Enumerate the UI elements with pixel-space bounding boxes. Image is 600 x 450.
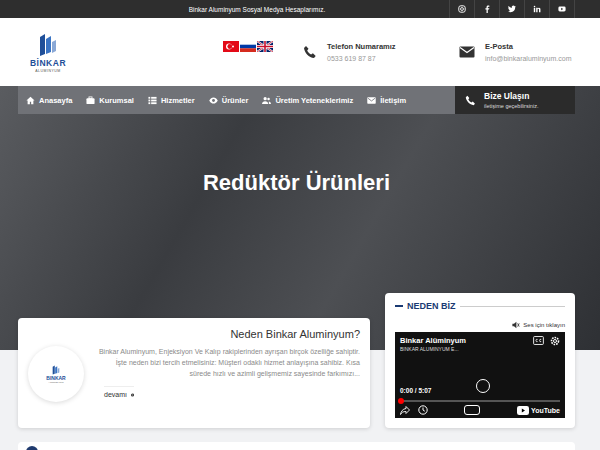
video-channel: BINKAR ALUMINYUM E... xyxy=(400,346,527,352)
phone-icon xyxy=(303,45,317,59)
about-logo-subtitle: ALUMINYUM xyxy=(48,381,63,384)
eye-icon xyxy=(209,96,218,105)
social-link[interactable] xyxy=(474,0,499,18)
social-links xyxy=(449,0,575,18)
youtube-icon xyxy=(558,5,566,13)
contact-button[interactable]: Bize Ulaşın iletişime geçebilirsiniz. xyxy=(455,86,575,114)
twitter-icon xyxy=(508,5,516,13)
about-logo: BINKAR ALUMINYUM xyxy=(28,346,84,402)
nav-item[interactable]: Hizmetler xyxy=(148,96,195,105)
facebook-icon xyxy=(483,5,491,13)
nav-item-label: Üretim Yeteneklerimiz xyxy=(275,96,353,105)
nav-item[interactable]: Anasayfa xyxy=(26,96,72,105)
uk-flag-icon[interactable] xyxy=(257,41,273,52)
nav-item[interactable]: İletişim xyxy=(367,96,406,105)
youtube-icon xyxy=(517,406,529,415)
about-title: Neden Binkar Aluminyum? xyxy=(94,328,360,340)
video-progress[interactable] xyxy=(400,400,560,402)
hero-title: Redüktör Ürünleri xyxy=(18,170,575,196)
language-flags xyxy=(223,41,273,52)
nav-item-label: Hizmetler xyxy=(161,96,195,105)
navigation-bar: Anasayfa Kurumsal Hizmetler Ürünler Üret… xyxy=(18,86,575,114)
video-player[interactable]: Binkar Alüminyum BINKAR ALUMINYUM E... 0… xyxy=(395,332,565,418)
youtube-logo[interactable]: YouTube xyxy=(517,406,560,415)
speaker-icon xyxy=(512,321,520,329)
header: BİNKAR ALUMINYUM Telefon Numaramız 0533 … xyxy=(0,18,600,86)
logo-name: BİNKAR xyxy=(30,59,66,68)
logo[interactable]: BİNKAR ALUMINYUM xyxy=(28,33,68,72)
phone-contact[interactable]: Telefon Numaramız 0533 619 87 87 xyxy=(297,42,453,62)
briefcase-icon xyxy=(86,96,95,105)
video-title: Binkar Alüminyum xyxy=(400,336,527,345)
contact-button-subtitle: iletişime geçebilirsiniz. xyxy=(484,103,538,109)
youtube-label: YouTube xyxy=(531,407,560,414)
nav-item[interactable]: Ürünler xyxy=(209,96,249,105)
why-title: NEDEN BİZ xyxy=(407,301,456,311)
email-label: E-Posta xyxy=(485,42,571,51)
home-icon xyxy=(26,96,35,105)
arrow-circle-icon xyxy=(131,391,134,399)
phone-icon xyxy=(465,95,476,106)
loading-spinner-icon xyxy=(476,379,490,393)
video-time: 0:00 / 5:07 xyxy=(400,387,431,394)
users-icon xyxy=(262,96,271,105)
contact-button-title: Bize Ulaşın xyxy=(484,91,538,101)
page: Binkar Aluminyum Sosyal Medya Hesaplarım… xyxy=(0,0,600,450)
phone-number: 0533 619 87 87 xyxy=(327,55,396,62)
linkedin-icon xyxy=(533,5,541,13)
cards-row: BINKAR ALUMINYUM Neden Binkar Aluminyum?… xyxy=(0,293,600,428)
email-contact[interactable]: E-Posta info@binkaraluminyum.com xyxy=(453,42,575,62)
phone-label: Telefon Numaramız xyxy=(327,42,396,51)
logo-subtitle: ALUMINYUM xyxy=(35,69,61,73)
social-link[interactable] xyxy=(499,0,524,18)
lower-section xyxy=(0,428,600,450)
why-card: NEDEN BİZ Ses için tıklayın Binkar Alümi… xyxy=(385,293,575,428)
read-more-label: devamı xyxy=(104,391,127,398)
captions-icon[interactable] xyxy=(533,336,544,345)
read-more-link[interactable]: devamı xyxy=(104,386,134,399)
list-icon xyxy=(148,96,157,105)
nav-item-label: Ürünler xyxy=(222,96,249,105)
miniplayer-icon[interactable] xyxy=(464,405,480,415)
top-bar: Binkar Aluminyum Sosyal Medya Hesaplarım… xyxy=(0,0,600,18)
about-logo-name: BINKAR xyxy=(46,375,65,381)
nav-item[interactable]: Kurumsal xyxy=(86,96,134,105)
mail-icon xyxy=(367,96,376,105)
main-menu: Anasayfa Kurumsal Hizmetler Ürünler Üret… xyxy=(18,86,455,114)
nav-item[interactable]: Üretim Yeteneklerimiz xyxy=(262,96,353,105)
instagram-icon xyxy=(458,5,466,13)
share-icon[interactable] xyxy=(400,406,410,415)
social-link[interactable] xyxy=(549,0,575,18)
russia-flag-icon[interactable] xyxy=(240,41,256,52)
watch-later-icon[interactable] xyxy=(418,405,428,415)
social-link[interactable] xyxy=(524,0,549,18)
lower-card xyxy=(18,442,575,450)
nav-item-label: Anasayfa xyxy=(39,96,72,105)
settings-icon[interactable] xyxy=(550,336,560,346)
top-bar-text: Binkar Aluminyum Sosyal Medya Hesaplarım… xyxy=(25,6,449,13)
social-link[interactable] xyxy=(449,0,474,18)
envelope-icon xyxy=(459,46,475,58)
logo-icon xyxy=(36,33,60,57)
sound-hint[interactable]: Ses için tıklayın xyxy=(395,321,565,329)
email-address: info@binkaraluminyum.com xyxy=(485,55,571,62)
turkey-flag-icon[interactable] xyxy=(223,41,239,52)
about-card: BINKAR ALUMINYUM Neden Binkar Aluminyum?… xyxy=(18,318,370,428)
logo-icon xyxy=(51,365,61,375)
about-text: Binkar Aluminyum, Enjeksiyon Ve Kalıp ra… xyxy=(94,346,360,380)
nav-item-label: İletişim xyxy=(380,96,406,105)
nav-item-label: Kurumsal xyxy=(99,96,134,105)
sound-hint-label: Ses için tıklayın xyxy=(523,322,565,328)
